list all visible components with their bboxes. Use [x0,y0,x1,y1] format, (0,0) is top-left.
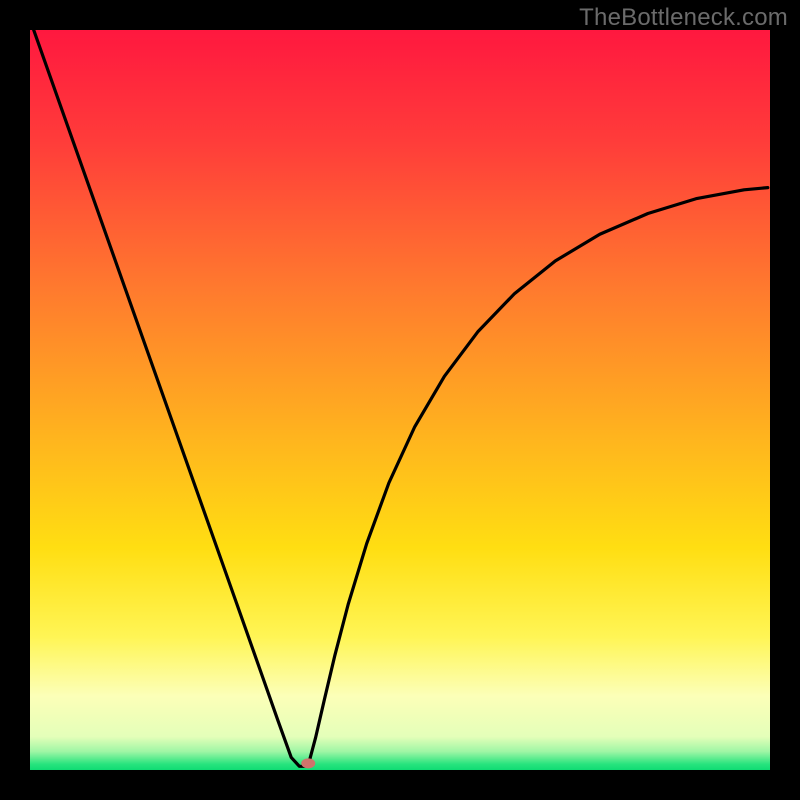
plot-area [30,30,770,770]
chart-svg [30,30,770,770]
gradient-background [30,30,770,770]
watermark-text: TheBottleneck.com [579,4,788,32]
minimum-marker [301,758,315,768]
chart-frame: TheBottleneck.com [0,0,800,800]
